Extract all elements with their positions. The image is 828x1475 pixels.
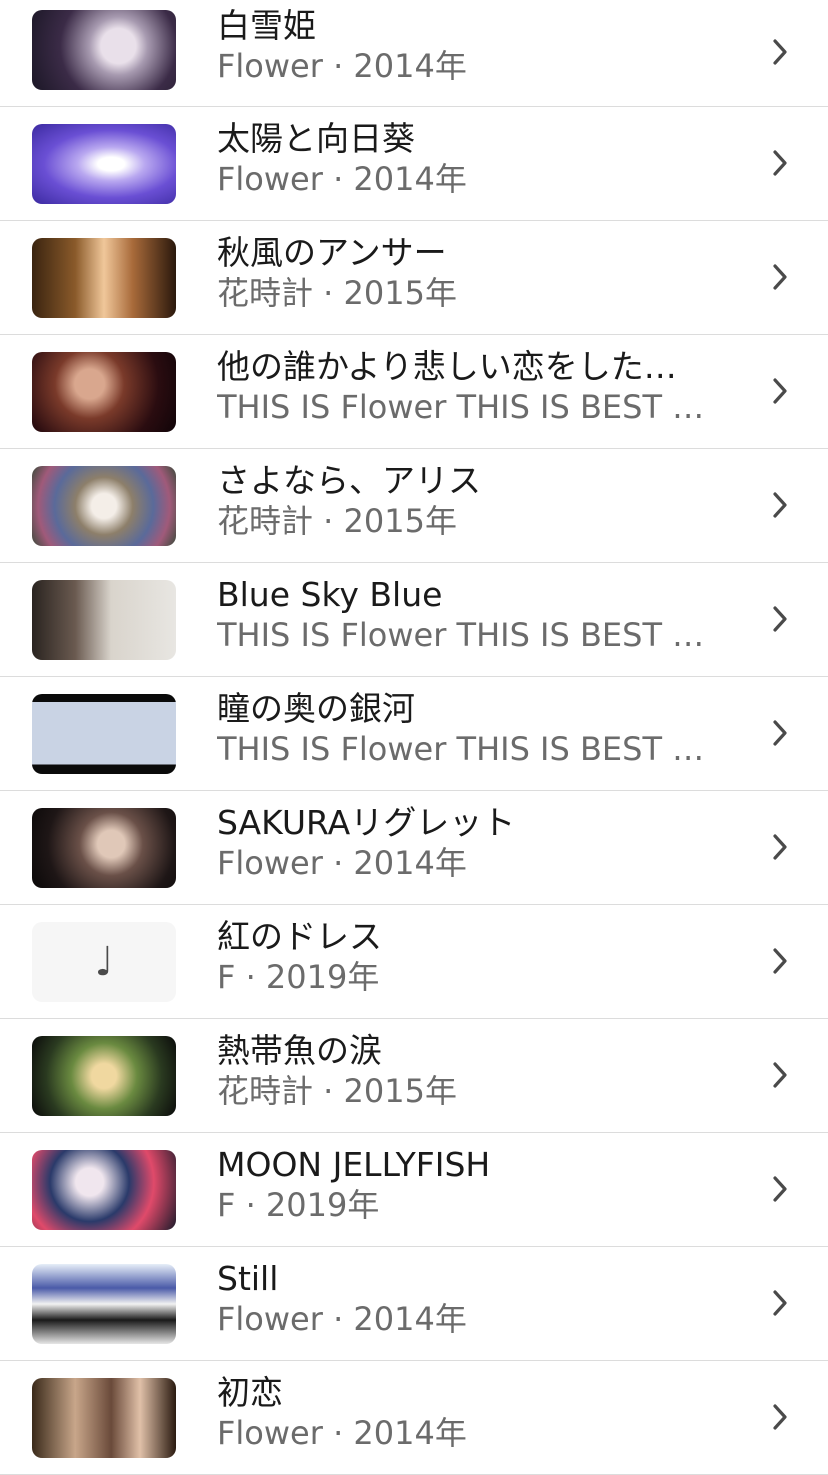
song-subtitle: Flower · 2014年 — [217, 844, 467, 882]
song-thumbnail — [32, 1150, 176, 1230]
song-subtitle: Flower · 2014年 — [217, 1300, 467, 1338]
song-thumbnail — [32, 466, 176, 546]
song-title: 瞳の奥の銀河 — [217, 689, 415, 728]
song-row[interactable]: 秋風のアンサー 花時計 · 2015年 — [0, 221, 828, 335]
song-subtitle: 花時計 · 2015年 — [217, 274, 457, 312]
song-title: 熱帯魚の涙 — [217, 1031, 382, 1070]
song-thumbnail — [32, 1036, 176, 1116]
song-subtitle: F · 2019年 — [217, 1186, 380, 1224]
chevron-right-icon — [770, 1059, 792, 1091]
song-title: Still — [217, 1259, 279, 1298]
music-note-icon: ♩ — [94, 939, 114, 985]
song-subtitle: THIS IS Flower THIS IS BEST … — [217, 730, 705, 768]
chevron-right-icon — [770, 603, 792, 635]
song-subtitle: Flower · 2014年 — [217, 47, 467, 85]
song-title: Blue Sky Blue — [217, 575, 443, 614]
song-row[interactable]: さよなら、アリス 花時計 · 2015年 — [0, 449, 828, 563]
song-thumbnail — [32, 1264, 176, 1344]
chevron-right-icon — [770, 1173, 792, 1205]
song-thumbnail — [32, 124, 176, 204]
song-title: MOON JELLYFISH — [217, 1145, 491, 1184]
song-subtitle: 花時計 · 2015年 — [217, 1072, 457, 1110]
song-subtitle: F · 2019年 — [217, 958, 380, 996]
song-title: さよなら、アリス — [217, 461, 481, 500]
song-row[interactable]: MOON JELLYFISH F · 2019年 — [0, 1133, 828, 1247]
song-thumbnail — [32, 580, 176, 660]
song-row[interactable]: 瞳の奥の銀河 THIS IS Flower THIS IS BEST … — [0, 677, 828, 791]
song-row[interactable]: 他の誰かより悲しい恋をした… THIS IS Flower THIS IS BE… — [0, 335, 828, 449]
song-row[interactable]: Still Flower · 2014年 — [0, 1247, 828, 1361]
chevron-right-icon — [770, 1287, 792, 1319]
song-subtitle: THIS IS Flower THIS IS BEST … — [217, 616, 705, 654]
song-title: SAKURAリグレット — [217, 803, 516, 842]
song-row[interactable]: 熱帯魚の涙 花時計 · 2015年 — [0, 1019, 828, 1133]
song-row[interactable]: 太陽と向日葵 Flower · 2014年 — [0, 107, 828, 221]
chevron-right-icon — [770, 1401, 792, 1433]
song-thumbnail — [32, 10, 176, 90]
chevron-right-icon — [770, 717, 792, 749]
song-thumbnail — [32, 352, 176, 432]
song-thumbnail-placeholder: ♩ — [32, 922, 176, 1002]
song-thumbnail — [32, 694, 176, 774]
chevron-right-icon — [770, 375, 792, 407]
song-title: 白雪姫 — [217, 6, 316, 45]
song-row[interactable]: Blue Sky Blue THIS IS Flower THIS IS BES… — [0, 563, 828, 677]
song-subtitle: 花時計 · 2015年 — [217, 502, 457, 540]
song-title: 紅のドレス — [217, 917, 382, 956]
chevron-right-icon — [770, 489, 792, 521]
song-thumbnail — [32, 238, 176, 318]
chevron-right-icon — [770, 36, 792, 68]
chevron-right-icon — [770, 831, 792, 863]
chevron-right-icon — [770, 261, 792, 293]
song-title: 初恋 — [217, 1373, 283, 1412]
song-subtitle: THIS IS Flower THIS IS BEST … — [217, 388, 705, 426]
song-title: 太陽と向日葵 — [217, 119, 415, 158]
song-title: 秋風のアンサー — [217, 233, 447, 272]
chevron-right-icon — [770, 147, 792, 179]
song-row[interactable]: ♩ 紅のドレス F · 2019年 — [0, 905, 828, 1019]
song-row[interactable]: 初恋 Flower · 2014年 — [0, 1361, 828, 1475]
song-title: 他の誰かより悲しい恋をした… — [217, 347, 677, 386]
song-list: 白雪姫 Flower · 2014年 太陽と向日葵 Flower · 2014年… — [0, 0, 828, 1475]
song-subtitle: Flower · 2014年 — [217, 1414, 467, 1452]
song-subtitle: Flower · 2014年 — [217, 160, 467, 198]
song-row[interactable]: SAKURAリグレット Flower · 2014年 — [0, 791, 828, 905]
chevron-right-icon — [770, 945, 792, 977]
song-thumbnail — [32, 1378, 176, 1458]
song-row[interactable]: 白雪姫 Flower · 2014年 — [0, 0, 828, 107]
song-thumbnail — [32, 808, 176, 888]
